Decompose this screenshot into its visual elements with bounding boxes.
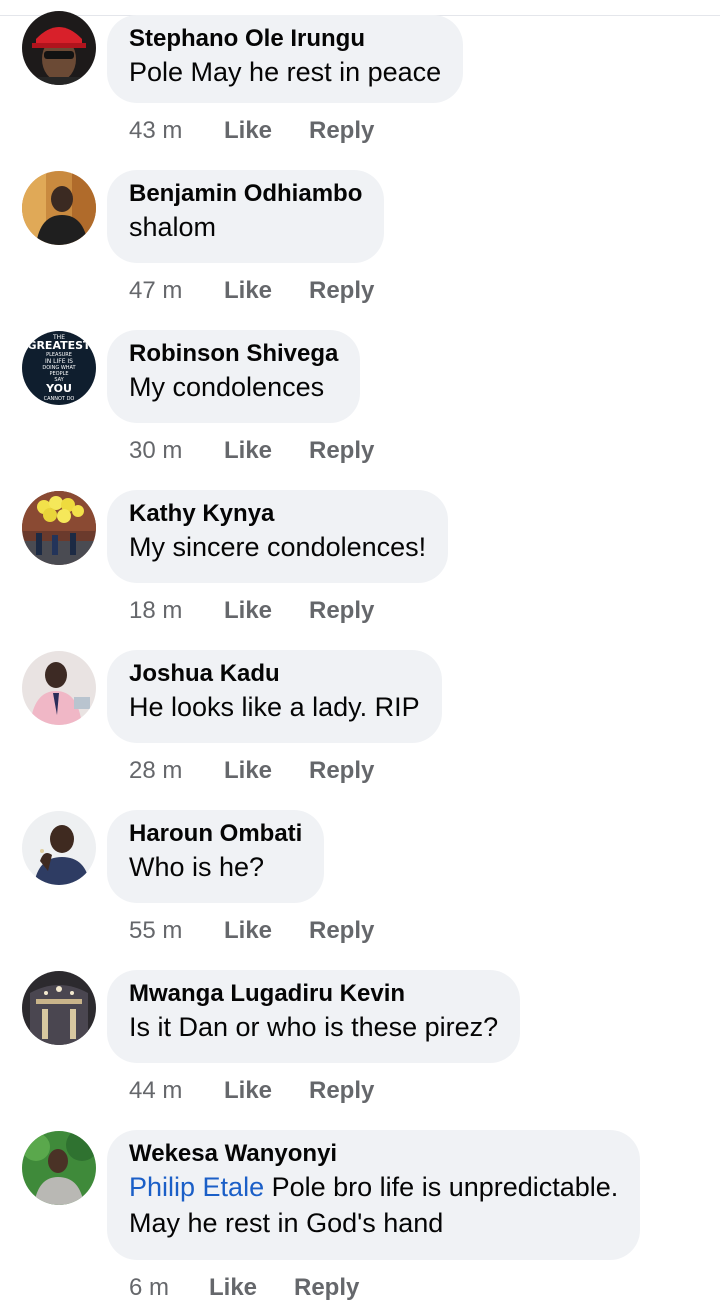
avatar-photo-icon — [22, 811, 96, 885]
comment-author[interactable]: Wekesa Wanyonyi — [129, 1139, 618, 1169]
reply-button[interactable]: Reply — [309, 437, 374, 465]
comment-bubble: Robinson Shivega My condolences — [107, 330, 361, 423]
mention-link[interactable]: Philip Etale — [129, 1172, 264, 1202]
comment-bubble: Kathy Kynya My sincere condolences! — [107, 490, 449, 583]
poster-text: GREATEST — [27, 339, 91, 352]
poster-text: YOU — [45, 382, 72, 395]
comment-author[interactable]: Stephano Ole Irungu — [129, 24, 441, 54]
avatar-photo-icon — [22, 11, 96, 85]
comment-actions: 55 m Like Reply — [129, 914, 374, 948]
avatar-photo-icon — [22, 171, 96, 245]
avatar[interactable] — [22, 11, 96, 85]
comment-bubble: Benjamin Odhiambo shalom — [107, 170, 385, 263]
comment-actions: 43 m Like Reply — [129, 114, 374, 148]
comment-timestamp[interactable]: 18 m — [129, 597, 224, 625]
comment-author[interactable]: Haroun Ombati — [129, 819, 302, 849]
comment-author[interactable]: Benjamin Odhiambo — [129, 179, 362, 209]
comment-actions: 47 m Like Reply — [129, 274, 374, 308]
avatar[interactable] — [22, 491, 96, 565]
comment-author[interactable]: Joshua Kadu — [129, 659, 420, 689]
avatar-photo-icon — [22, 651, 96, 725]
comment-text-line1: Pole bro life is unpredictable. — [271, 1172, 619, 1202]
comment-timestamp[interactable]: 55 m — [129, 917, 224, 945]
avatar-poster-icon: THE GREATEST PLEASURE IN LIFE IS DOING W… — [22, 331, 96, 405]
comment-text: Philip Etale Pole bro life is unpredicta… — [129, 1169, 618, 1205]
comment-actions: 18 m Like Reply — [129, 594, 374, 628]
avatar[interactable]: THE GREATEST PLEASURE IN LIFE IS DOING W… — [22, 331, 96, 405]
poster-text: IN LIFE IS — [45, 358, 73, 365]
avatar-photo-icon — [22, 491, 96, 565]
comment-bubble: Mwanga Lugadiru Kevin Is it Dan or who i… — [107, 970, 521, 1063]
comment-bubble: Wekesa Wanyonyi Philip Etale Pole bro li… — [107, 1130, 641, 1260]
comment-timestamp[interactable]: 47 m — [129, 277, 224, 305]
comment-timestamp[interactable]: 43 m — [129, 117, 224, 145]
avatar-photo-icon — [22, 1131, 96, 1205]
reply-button[interactable]: Reply — [309, 597, 374, 625]
avatar[interactable] — [22, 171, 96, 245]
comment-actions: 28 m Like Reply — [129, 754, 374, 788]
comment-text: My sincere condolences! — [129, 532, 427, 562]
reply-button[interactable]: Reply — [309, 917, 374, 945]
comment-text: He looks like a lady. RIP — [129, 692, 420, 722]
comment-text: Pole May he rest in peace — [129, 57, 442, 87]
like-button[interactable]: Like — [224, 437, 309, 465]
avatar-photo-icon — [22, 971, 96, 1045]
comment-text-line2: May he rest in God's hand — [129, 1208, 444, 1238]
reply-button[interactable]: Reply — [309, 757, 374, 785]
like-button[interactable]: Like — [224, 757, 309, 785]
comment-timestamp[interactable]: 44 m — [129, 1077, 224, 1105]
like-button[interactable]: Like — [224, 117, 309, 145]
reply-button[interactable]: Reply — [309, 117, 374, 145]
reply-button[interactable]: Reply — [309, 1077, 374, 1105]
comment-bubble: Haroun Ombati Who is he? — [107, 810, 325, 903]
comment-text: My condolences — [129, 372, 325, 402]
comment-text: shalom — [129, 212, 217, 242]
like-button[interactable]: Like — [224, 597, 309, 625]
comment-author[interactable]: Kathy Kynya — [129, 499, 426, 529]
comment-actions: 44 m Like Reply — [129, 1074, 374, 1108]
like-button[interactable]: Like — [209, 1274, 294, 1302]
reply-button[interactable]: Reply — [294, 1274, 359, 1302]
comment-timestamp[interactable]: 6 m — [129, 1274, 209, 1302]
comment-author[interactable]: Robinson Shivega — [129, 339, 338, 369]
comment-text: Is it Dan or who is these pirez? — [129, 1012, 499, 1042]
like-button[interactable]: Like — [224, 1077, 309, 1105]
comment-timestamp[interactable]: 30 m — [129, 437, 224, 465]
comment-timestamp[interactable]: 28 m — [129, 757, 224, 785]
comment-text: Who is he? — [129, 852, 265, 882]
comment-bubble: Stephano Ole Irungu Pole May he rest in … — [107, 15, 464, 103]
comment-actions: 6 m Like Reply — [129, 1271, 359, 1305]
avatar[interactable] — [22, 971, 96, 1045]
comment-bubble: Joshua Kadu He looks like a lady. RIP — [107, 650, 442, 743]
like-button[interactable]: Like — [224, 277, 309, 305]
avatar[interactable] — [22, 1131, 96, 1205]
avatar[interactable] — [22, 651, 96, 725]
like-button[interactable]: Like — [224, 917, 309, 945]
comment-actions: 30 m Like Reply — [129, 434, 374, 468]
comment-author[interactable]: Mwanga Lugadiru Kevin — [129, 979, 498, 1009]
avatar[interactable] — [22, 811, 96, 885]
reply-button[interactable]: Reply — [309, 277, 374, 305]
poster-text: CANNOT DO — [44, 396, 75, 402]
